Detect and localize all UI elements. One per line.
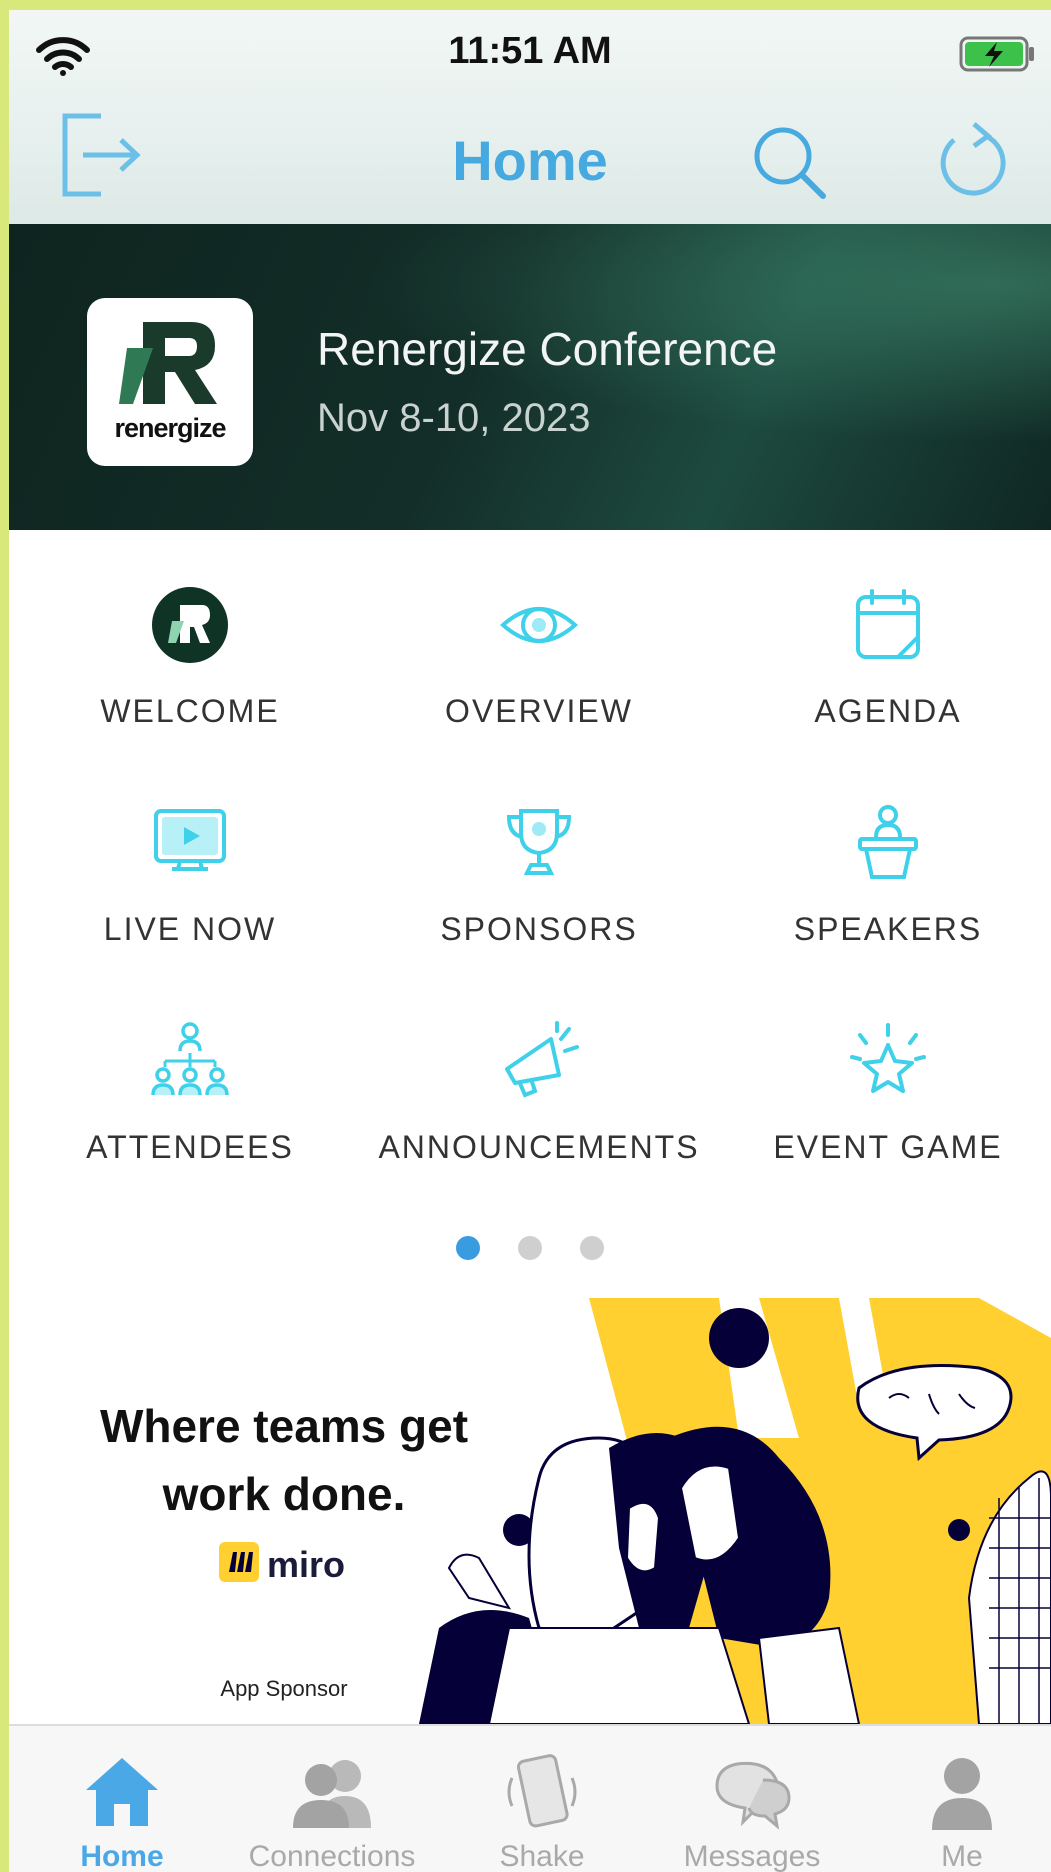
page-dot-1[interactable]: [455, 1236, 480, 1260]
search-icon: [754, 127, 826, 199]
tab-label: Connections: [248, 1840, 416, 1872]
tab-shake[interactable]: Shake: [437, 1726, 647, 1872]
page-indicator: [9, 1236, 1051, 1265]
menu-item-label: ANNOUNCEMENTS: [378, 1129, 700, 1165]
tab-me[interactable]: Me: [857, 1726, 1051, 1872]
calendar-icon: [856, 589, 920, 659]
refresh-icon: [940, 122, 1006, 196]
megaphone-icon: [505, 1021, 579, 1098]
sponsor-headline-line2: work done.: [162, 1468, 406, 1520]
person-icon: [932, 1758, 992, 1830]
tab-label: Messages: [683, 1840, 821, 1872]
tab-label: Shake: [499, 1840, 585, 1872]
sponsor-brand: miro: [267, 1544, 346, 1585]
star-icon: [850, 1023, 926, 1093]
welcome-logo-icon: [152, 587, 228, 663]
tab-home[interactable]: Home: [17, 1726, 227, 1872]
page-title: Home: [452, 129, 608, 192]
menu-item-attendees[interactable]: ATTENDEES: [17, 1021, 363, 1181]
page-dot-3[interactable]: [580, 1236, 605, 1260]
search-button[interactable]: [749, 122, 829, 207]
menu-item-sponsors[interactable]: SPONSORS: [366, 803, 712, 963]
tab-label: Me: [941, 1840, 983, 1872]
menu-item-overview[interactable]: OVERVIEW: [366, 585, 712, 745]
refresh-button[interactable]: [934, 118, 1014, 207]
menu-item-label: OVERVIEW: [445, 693, 633, 729]
menu-item-event-game[interactable]: EVENT GAME: [715, 1021, 1051, 1181]
menu-item-live-now[interactable]: LIVE NOW: [17, 803, 363, 963]
menu-item-label: SPONSORS: [440, 911, 638, 947]
monitor-play-icon: [154, 809, 226, 871]
people-network-icon: [151, 1022, 229, 1096]
tab-connections[interactable]: Connections: [227, 1726, 437, 1872]
menu-item-label: ATTENDEES: [86, 1129, 294, 1165]
menu-item-label: LIVE NOW: [103, 911, 277, 947]
event-name: Renergize Conference: [317, 323, 778, 375]
sponsor-banner[interactable]: Where teams get work done. miro App Spon…: [9, 1298, 1051, 1724]
page-dot-2[interactable]: [518, 1236, 542, 1260]
menu-item-label: SPEAKERS: [793, 911, 983, 947]
shake-phone-icon: [507, 1754, 577, 1828]
top-bar: 11:51 AM Home: [9, 10, 1051, 224]
trophy-icon: [506, 809, 572, 875]
menu-item-label: WELCOME: [100, 693, 280, 729]
menu-item-label: EVENT GAME: [773, 1129, 1003, 1165]
tab-label: Home: [80, 1840, 164, 1872]
renergize-logo-icon: [119, 322, 217, 404]
status-time: 11:51 AM: [448, 30, 612, 72]
tab-bar: Home Connections Shake Messages Me: [9, 1724, 1051, 1872]
sponsor-headline-line1: Where teams get: [99, 1400, 469, 1452]
menu-item-agenda[interactable]: AGENDA: [715, 585, 1051, 745]
tab-messages[interactable]: Messages: [647, 1726, 857, 1872]
battery-charging-icon: [959, 36, 1034, 72]
home-icon: [86, 1758, 158, 1826]
menu-item-speakers[interactable]: SPEAKERS: [715, 803, 1051, 963]
connections-icon: [293, 1760, 371, 1828]
event-logo: renergize: [87, 298, 253, 466]
logo-wordmark: renergize: [114, 413, 226, 443]
event-dates: Nov 8-10, 2023: [317, 396, 591, 440]
app-screen: 11:51 AM Home renergize Renergize Confer…: [9, 10, 1051, 1872]
podium-icon: [858, 805, 918, 879]
menu-item-announcements[interactable]: ANNOUNCEMENTS: [366, 1021, 712, 1181]
menu-item-welcome[interactable]: WELCOME: [17, 585, 363, 745]
menu-item-label: AGENDA: [814, 693, 962, 729]
messages-icon: [715, 1761, 791, 1830]
team-illustration: [419, 1298, 1051, 1724]
miro-logo-icon: [219, 1542, 259, 1582]
eye-icon: [499, 607, 579, 643]
event-banner[interactable]: renergize Renergize Conference Nov 8-10,…: [9, 224, 1051, 530]
